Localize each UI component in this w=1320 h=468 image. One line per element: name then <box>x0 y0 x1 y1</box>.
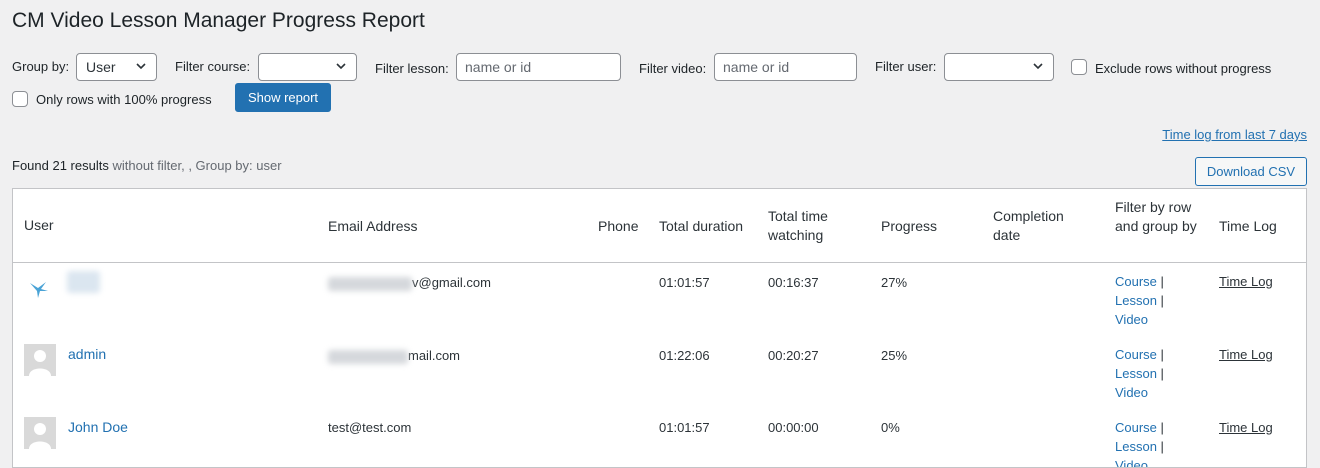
watching-cell: 00:16:37 <box>768 275 819 290</box>
filter-lesson-label: Filter lesson: <box>375 61 449 76</box>
user-name-redacted[interactable] <box>67 271 100 293</box>
results-summary: Found 21 results without filter, , Group… <box>12 158 282 173</box>
show-report-button[interactable]: Show report <box>235 83 331 112</box>
filter-user-label: Filter user: <box>875 59 937 74</box>
download-csv-button[interactable]: Download CSV <box>1195 157 1307 186</box>
watching-cell: 00:20:27 <box>768 348 819 363</box>
col-header-completion-date: Completion date <box>993 208 1064 243</box>
watching-cell: 00:00:00 <box>768 420 819 435</box>
filter-lesson-input[interactable] <box>456 53 621 81</box>
email-cell: v@gmail.com <box>328 273 491 292</box>
default-avatar-icon <box>24 417 56 449</box>
col-header-time-log: Time Log <box>1219 218 1277 234</box>
course-link[interactable]: Course <box>1115 347 1157 362</box>
default-avatar-icon <box>24 344 56 376</box>
user-name-link[interactable]: John Doe <box>68 419 128 435</box>
only-100-label: Only rows with 100% progress <box>36 92 212 107</box>
col-header-total-time-watching: Total time watching <box>768 208 828 243</box>
filter-video-label: Filter video: <box>639 61 707 76</box>
time-log-link[interactable]: Time Log <box>1219 418 1273 437</box>
video-link[interactable]: Video <box>1115 385 1148 400</box>
chevron-down-icon <box>136 63 146 70</box>
results-filter-text: without filter, , Group by: user <box>112 158 282 173</box>
redaction-blur <box>328 276 412 291</box>
filter-links-cell: Course | Lesson | Video <box>1115 345 1164 402</box>
col-header-phone: Phone <box>598 218 639 234</box>
video-link[interactable]: Video <box>1115 458 1148 467</box>
group-by-label: Group by: <box>12 59 70 74</box>
total-duration-cell: 01:01:57 <box>659 275 710 290</box>
progress-cell: 27% <box>881 275 908 290</box>
group-by-select[interactable]: User <box>76 53 157 81</box>
redaction-blur <box>328 349 408 364</box>
chevron-down-icon <box>1033 63 1043 70</box>
filter-course-label: Filter course: <box>175 59 251 74</box>
only-100-checkbox[interactable] <box>12 91 28 107</box>
separator: | <box>1160 366 1164 381</box>
filter-video-input[interactable] <box>714 53 857 81</box>
separator: | <box>1160 420 1164 435</box>
exclude-rows-label: Exclude rows without progress <box>1095 61 1272 76</box>
chevron-down-icon <box>336 63 346 70</box>
separator: | <box>1160 439 1164 454</box>
course-link[interactable]: Course <box>1115 274 1157 289</box>
progress-table: User Email Address Phone Total duration … <box>12 188 1307 468</box>
col-header-user: User <box>24 217 54 233</box>
email-value: test@test.com <box>328 420 412 435</box>
col-header-total-duration: Total duration <box>659 218 744 234</box>
filter-course-select[interactable] <box>258 53 357 81</box>
separator: | <box>1160 293 1164 308</box>
filter-user-select[interactable] <box>944 53 1054 81</box>
separator: | <box>1160 347 1164 362</box>
user-name[interactable]: John Doe <box>68 419 128 435</box>
total-duration-cell: 01:01:57 <box>659 420 710 435</box>
email-value: v@gmail.com <box>412 275 491 290</box>
progress-cell: 0% <box>881 420 900 435</box>
email-value: mail.com <box>408 348 461 363</box>
exclude-rows-checkbox[interactable] <box>1071 59 1087 75</box>
lesson-link[interactable]: Lesson <box>1115 366 1157 381</box>
col-header-filter-by-row: Filter by row and group by <box>1115 199 1197 234</box>
email-cell: mail.com <box>328 346 460 365</box>
filter-links-cell: Course | Lesson | Video <box>1115 418 1164 467</box>
lesson-link[interactable]: Lesson <box>1115 439 1157 454</box>
user-name[interactable]: admin <box>68 346 106 362</box>
filter-links-cell: Course | Lesson | Video <box>1115 272 1164 329</box>
page-title: CM Video Lesson Manager Progress Report <box>12 9 425 32</box>
group-by-value: User <box>86 59 116 75</box>
time-log-link[interactable]: Time Log <box>1219 345 1273 364</box>
bird-avatar-icon <box>24 273 56 305</box>
course-link[interactable]: Course <box>1115 420 1157 435</box>
separator: | <box>1160 274 1164 289</box>
col-header-progress: Progress <box>881 218 938 234</box>
lesson-link[interactable]: Lesson <box>1115 293 1157 308</box>
col-header-email: Email Address <box>328 218 418 234</box>
video-link[interactable]: Video <box>1115 312 1148 327</box>
results-count: Found 21 results <box>12 158 109 173</box>
header-divider <box>13 262 1306 263</box>
time-log-7-days-link[interactable]: Time log from last 7 days <box>1162 127 1307 142</box>
progress-cell: 25% <box>881 348 908 363</box>
user-name-link[interactable]: admin <box>68 346 106 362</box>
total-duration-cell: 01:22:06 <box>659 348 710 363</box>
time-log-link[interactable]: Time Log <box>1219 272 1273 291</box>
